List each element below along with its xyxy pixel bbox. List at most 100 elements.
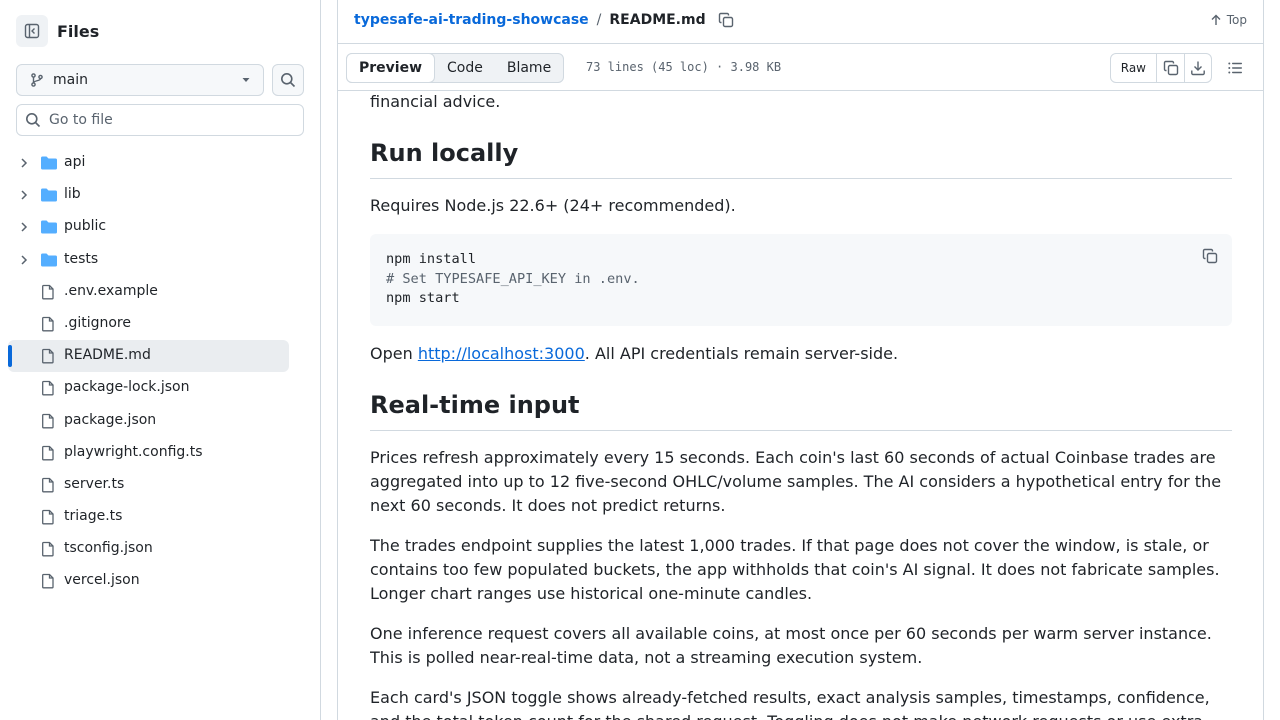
folder-icon (40, 187, 58, 203)
list-unordered-icon (1228, 62, 1242, 74)
file-icon (40, 541, 56, 557)
code-line: npm install (386, 251, 477, 267)
file-view: typesafe-ai-trading-showcase / README.md… (337, 0, 1264, 720)
tree-item-public[interactable]: public (8, 211, 289, 243)
code-line-comment: # Set TYPESAFE_API_KEY in .env. (386, 270, 640, 287)
file-actions: Raw (1109, 53, 1212, 83)
tree-item-label: playwright.config.ts (64, 443, 203, 460)
copy-code-button[interactable] (1202, 248, 1218, 264)
chevron-right-icon[interactable] (18, 221, 30, 233)
tab-preview[interactable]: Preview (346, 53, 436, 83)
tree-item-label: tsconfig.json (64, 540, 153, 557)
file-icon (40, 316, 56, 332)
tree-item-label: triage.ts (64, 508, 123, 525)
file-stats: 73 lines (45 loc) · 3.98 KB (586, 60, 782, 74)
tree-item-label: package-lock.json (64, 379, 190, 396)
file-icon (40, 413, 56, 429)
readme-paragraph: Open http://localhost:3000. All API cred… (370, 342, 1232, 366)
breadcrumb-separator: / (596, 12, 602, 28)
folder-icon (40, 252, 58, 268)
chevron-right-icon[interactable] (18, 254, 30, 266)
tree-item-triage-ts[interactable]: triage.ts (8, 501, 289, 533)
tree-item-env-example[interactable]: .env.example (8, 276, 289, 308)
readme-paragraph: Prices refresh approximately every 15 se… (370, 448, 1222, 515)
tree-item-label: server.ts (64, 475, 125, 492)
tree-item-package-json[interactable]: package.json (8, 405, 289, 437)
file-icon (40, 477, 56, 493)
collapse-sidebar-button[interactable] (16, 15, 48, 47)
tree-item-label: .env.example (64, 282, 158, 299)
readme-paragraph: financial advice. (370, 92, 501, 111)
tree-item-package-lock-json[interactable]: package-lock.json (8, 372, 289, 404)
readme-paragraph: Requires Node.js 22.6+ (24+ recommended)… (370, 196, 736, 215)
tree-item-tsconfig-json[interactable]: tsconfig.json (8, 533, 289, 565)
chevron-right-icon[interactable] (18, 189, 30, 201)
localhost-link[interactable]: http://localhost:3000 (418, 344, 585, 363)
outline-button[interactable] (1227, 60, 1243, 76)
go-to-file-input[interactable] (49, 112, 289, 128)
file-icon (40, 348, 56, 364)
tree-item-label: vercel.json (64, 572, 140, 589)
git-branch-icon (31, 73, 43, 87)
folder-icon (40, 155, 58, 171)
file-icon (40, 380, 56, 396)
tree-item-lib[interactable]: lib (8, 179, 289, 211)
file-icon (40, 445, 56, 461)
raw-button[interactable]: Raw (1111, 54, 1157, 82)
selected-indicator (7, 345, 12, 368)
breadcrumb-file-name: README.md (609, 12, 706, 28)
breadcrumb-repo-link[interactable]: typesafe-ai-trading-showcase (354, 12, 589, 28)
sidebar-header: Files (16, 15, 99, 47)
tab-blame[interactable]: Blame (495, 54, 563, 82)
tree-item-label: README.md (64, 347, 151, 364)
file-header: typesafe-ai-trading-showcase / README.md… (338, 0, 1263, 44)
view-mode-tabs: Preview Code Blame (346, 53, 565, 83)
copy-icon (718, 12, 733, 28)
search-icon (281, 73, 296, 88)
readme-paragraph: Each card's JSON toggle shows already-fe… (370, 688, 1210, 720)
tree-item-api[interactable]: api (8, 147, 289, 179)
breadcrumb: typesafe-ai-trading-showcase / README.md (354, 12, 734, 28)
sidebar-title: Files (57, 21, 100, 41)
tree-item-vercel-json[interactable]: vercel.json (8, 565, 289, 597)
caret-down-icon (242, 78, 250, 82)
readme-paragraph: One inference request covers all availab… (370, 624, 1212, 667)
tree-item-readme-md[interactable]: README.md (7, 340, 289, 373)
download-button[interactable] (1184, 54, 1211, 82)
tree-item-label: package.json (64, 411, 157, 428)
file-tree-sidebar: Files main api lib public tests .env.example… (0, 0, 321, 720)
copy-path-button[interactable] (718, 12, 734, 28)
branch-label: main (53, 72, 88, 88)
chevron-right-icon[interactable] (18, 157, 30, 169)
search-files-button[interactable] (272, 64, 304, 96)
folder-icon (40, 219, 58, 235)
copy-icon (1202, 248, 1218, 264)
tree-item-playwright-config-ts[interactable]: playwright.config.ts (8, 437, 289, 469)
tree-item-server-ts[interactable]: server.ts (8, 469, 289, 501)
readme-paragraph: The trades endpoint supplies the latest … (370, 536, 1220, 603)
copy-icon (1163, 60, 1178, 76)
copy-raw-button[interactable] (1157, 54, 1184, 82)
back-to-top-button[interactable]: Top (1210, 13, 1247, 27)
file-toolbar: Preview Code Blame 73 lines (45 loc) · 3… (338, 45, 1263, 91)
tree-item-tests[interactable]: tests (8, 244, 289, 276)
file-icon (40, 573, 56, 589)
tab-code[interactable]: Code (435, 54, 495, 82)
tree-item-label: public (64, 218, 107, 235)
readme-heading-run-locally: Run locally (370, 138, 1232, 179)
readme-content: financial advice. Run locally Requires N… (370, 91, 1232, 720)
tree-item-gitignore[interactable]: .gitignore (8, 308, 289, 340)
download-icon (1191, 61, 1205, 76)
open-suffix: . All API credentials remain server-side… (584, 344, 899, 363)
tree-item-label: lib (64, 186, 81, 203)
arrow-up-icon (1211, 14, 1221, 25)
code-block: npm install # Set TYPESAFE_API_KEY in .e… (370, 234, 1232, 326)
open-prefix: Open (370, 344, 418, 363)
tree-item-label: api (64, 154, 86, 170)
code-line: npm start (386, 290, 460, 306)
branch-selector[interactable]: main (16, 64, 264, 96)
file-icon (40, 284, 56, 300)
tree-item-label: tests (64, 250, 99, 267)
go-to-file-field[interactable] (16, 104, 304, 136)
top-label: Top (1226, 13, 1247, 27)
